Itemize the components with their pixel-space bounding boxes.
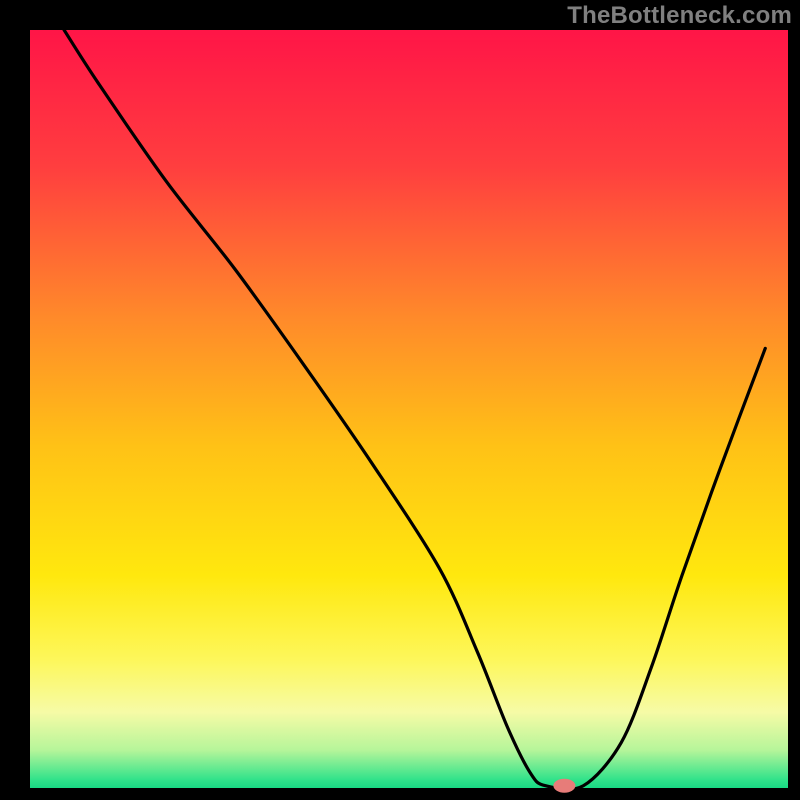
frame-left	[0, 0, 30, 800]
optimum-marker	[553, 779, 575, 793]
watermark-text: TheBottleneck.com	[567, 2, 792, 30]
frame-bottom	[0, 788, 800, 800]
frame-right	[788, 0, 800, 800]
bottleneck-chart	[0, 0, 800, 800]
gradient-background	[30, 30, 788, 788]
chart-container: TheBottleneck.com	[0, 0, 800, 800]
